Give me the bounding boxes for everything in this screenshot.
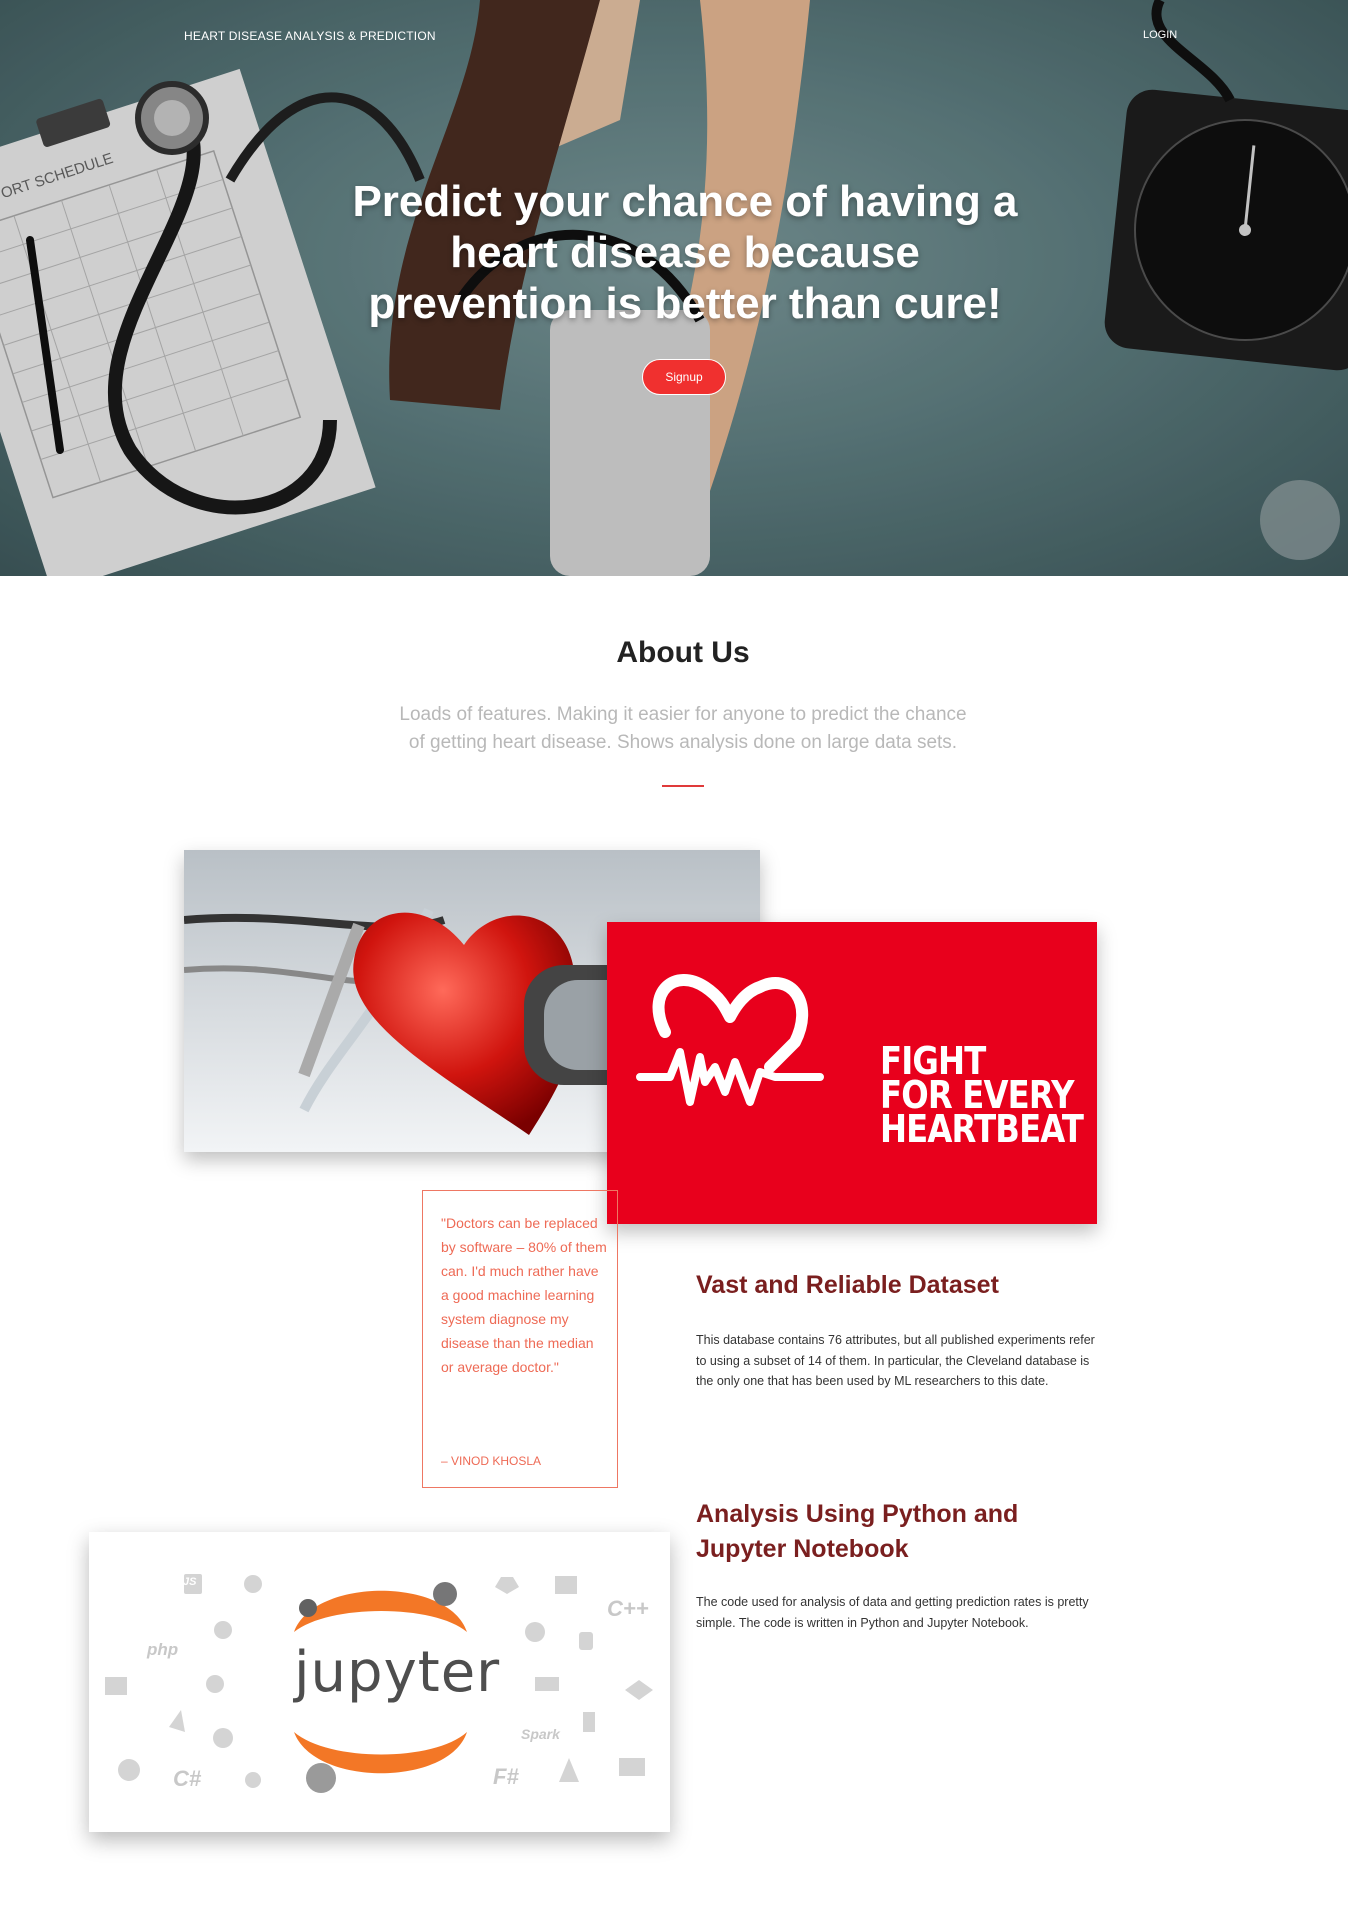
hero-title-line: Predict your chance of having a [352,177,1018,226]
feature-title: Vast and Reliable Dataset [696,1271,999,1299]
feature-text: The code used for analysis of data and g… [696,1595,1089,1630]
brand-link[interactable]: HEART DISEASE ANALYSIS & PREDICTION [184,29,436,43]
csharp-logo: C# [173,1766,202,1791]
jupyter-logo-image: jupyter php C# F# C++ Spark JS [89,1532,670,1832]
js-logo: JS [183,1576,197,1588]
fight-slogan: FIGHT FOR EVERY HEARTBEAT [880,1042,1084,1151]
about-subtitle-line: of getting heart disease. Shows analysis… [408,732,958,753]
jupyter-wordmark: jupyter [294,1640,501,1705]
php-logo: php [147,1640,179,1659]
signup-button[interactable]: Signup [642,359,726,395]
hero-title-line: heart disease because [450,228,920,277]
fsharp-logo: F# [493,1764,519,1789]
about-subtitle: Loads of features. Making it easier for … [350,701,1016,757]
hero-title: Predict your chance of having a heart di… [290,176,1080,329]
spark-logo: Spark [521,1726,560,1742]
fight-slogan-line: HEARTBEAT [880,1107,1084,1151]
feature-title-line: Jupyter Notebook [696,1535,909,1563]
login-link[interactable]: LOGIN [1143,29,1177,41]
about-title: About Us [616,636,750,669]
quote-box: "Doctors can be replaced by software – 8… [422,1190,618,1488]
hero-title-line: prevention is better than cure! [368,279,1002,328]
heart-pulse-logo-icon [636,974,824,1106]
feature-title: Analysis Using Python and Jupyter Notebo… [696,1497,1018,1567]
about-subtitle-line: Loads of features. Making it easier for … [399,704,967,725]
quote-author: – VINOD KHOSLA [441,1454,542,1468]
hero-banner: Y REPORT SCHEDULE HEART DISEASE ANALYSIS… [0,0,1348,576]
quote-text: "Doctors can be replaced by software – 8… [441,1215,607,1375]
cplusplus-logo: C++ [607,1596,649,1621]
feature-text: This database contains 76 attributes, bu… [696,1333,1095,1388]
fight-for-every-heartbeat-card: FIGHT FOR EVERY HEARTBEAT [607,922,1097,1224]
section-divider [662,785,704,787]
feature-title-line: Analysis Using Python and [696,1500,1019,1528]
